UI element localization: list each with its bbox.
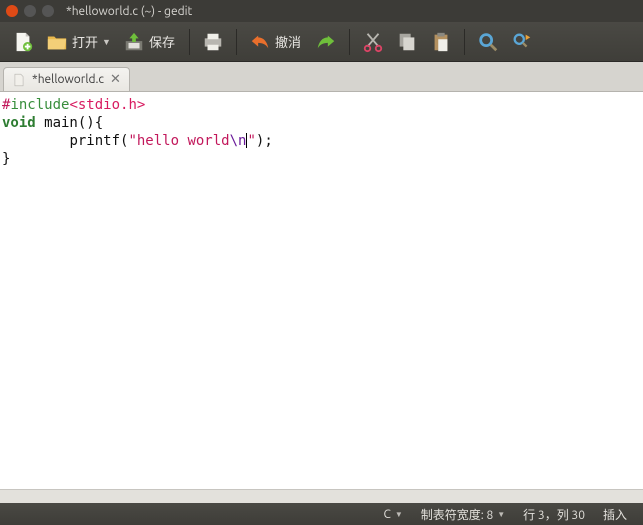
cut-icon: [362, 31, 384, 53]
save-icon: [123, 31, 145, 53]
document-icon: [12, 73, 26, 87]
toolbar-separator-4: [464, 29, 465, 55]
new-file-button[interactable]: [8, 27, 38, 57]
find-replace-button[interactable]: [507, 27, 537, 57]
tabwidth-label: 制表符宽度: 8: [421, 506, 493, 523]
tabwidth-selector[interactable]: 制表符宽度: 8 ▼: [415, 506, 511, 523]
code-token: include: [10, 97, 69, 113]
code-token: \n: [230, 133, 247, 149]
code-editor[interactable]: #include<stdio.h> void main(){ printf("h…: [0, 92, 643, 489]
language-label: C: [384, 508, 391, 521]
open-folder-icon: [46, 31, 68, 53]
code-token: [2, 133, 69, 149]
print-button[interactable]: [198, 27, 228, 57]
tabbar: *helloworld.c ✕: [0, 62, 643, 92]
redo-icon: [315, 31, 337, 53]
code-token: <stdio.h>: [69, 97, 145, 113]
find-button[interactable]: [473, 27, 503, 57]
copy-button[interactable]: [392, 27, 422, 57]
position-label: 行 3，列 30: [523, 506, 585, 523]
code-token: ": [247, 133, 255, 149]
print-icon: [202, 31, 224, 53]
redo-button[interactable]: [311, 27, 341, 57]
tab-label: *helloworld.c: [32, 73, 104, 86]
insert-mode[interactable]: 插入: [597, 506, 633, 523]
cursor-position: 行 3，列 30: [517, 506, 591, 523]
toolbar-separator-2: [236, 29, 237, 55]
code-token: );: [256, 133, 273, 149]
language-selector[interactable]: C ▼: [378, 508, 409, 521]
titlebar: *helloworld.c (~) - gedit: [0, 0, 643, 22]
toolbar: 打开 ▼ 保存 撤消: [0, 22, 643, 62]
toolbar-separator-1: [189, 29, 190, 55]
undo-label: 撤消: [275, 32, 301, 51]
toolbar-separator-3: [349, 29, 350, 55]
save-label: 保存: [149, 32, 175, 51]
find-replace-icon: [511, 31, 533, 53]
window-maximize-button[interactable]: [42, 5, 54, 17]
undo-button[interactable]: 撤消: [245, 27, 307, 57]
horizontal-scrollbar[interactable]: [0, 489, 643, 503]
code-token: }: [2, 151, 10, 167]
code-token: "hello world: [128, 133, 229, 149]
save-button[interactable]: 保存: [119, 27, 181, 57]
undo-icon: [249, 31, 271, 53]
cut-button[interactable]: [358, 27, 388, 57]
open-button[interactable]: 打开 ▼: [42, 27, 115, 57]
code-token: printf(: [69, 133, 128, 149]
insert-mode-label: 插入: [603, 506, 627, 523]
statusbar: C ▼ 制表符宽度: 8 ▼ 行 3，列 30 插入: [0, 503, 643, 525]
copy-icon: [396, 31, 418, 53]
code-token: void: [2, 115, 36, 131]
paste-icon: [430, 31, 452, 53]
code-token: main(){: [36, 115, 103, 131]
tab-close-button[interactable]: ✕: [110, 72, 121, 87]
window-minimize-button[interactable]: [24, 5, 36, 17]
new-file-icon: [12, 31, 34, 53]
dropdown-arrow-icon: ▼: [497, 510, 505, 519]
document-tab[interactable]: *helloworld.c ✕: [3, 67, 130, 91]
search-icon: [477, 31, 499, 53]
open-dropdown-arrow[interactable]: ▼: [102, 37, 111, 47]
dropdown-arrow-icon: ▼: [395, 510, 403, 519]
window-title: *helloworld.c (~) - gedit: [66, 5, 192, 18]
window-close-button[interactable]: [6, 5, 18, 17]
paste-button[interactable]: [426, 27, 456, 57]
open-label: 打开: [72, 32, 98, 51]
